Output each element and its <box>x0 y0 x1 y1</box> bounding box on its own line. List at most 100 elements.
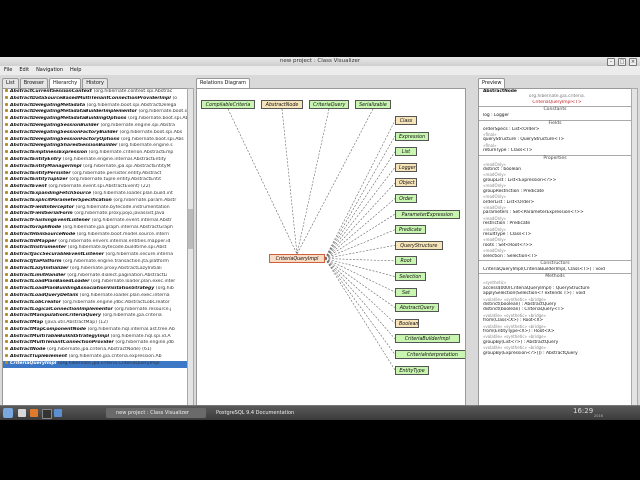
class-list-item[interactable]: AbstractLimitHandler (org.hibernate.dial… <box>3 272 187 280</box>
class-name: AbstractEntityPersister <box>10 170 73 176</box>
editor-icon[interactable] <box>54 409 62 417</box>
file-manager-icon[interactable] <box>18 409 26 417</box>
class-list-item[interactable]: AbstractDelegatingMetadata (org.hibernat… <box>3 102 187 110</box>
selected-class-node[interactable]: CriteriaQueryImpl <box>269 254 325 263</box>
class-tree[interactable]: AbstractCurrentSessionContext (org.hiber… <box>2 88 188 405</box>
class-list-scrollbar[interactable] <box>187 88 194 405</box>
class-list-item[interactable]: AbstractDelegatingSharedSessionBuilder (… <box>3 143 187 150</box>
class-list-item[interactable]: AbstractTupleElement (org.hibernate.jpa.… <box>3 354 187 361</box>
dependency-node[interactable]: Predicate <box>395 225 426 235</box>
dependency-node[interactable]: Logger <box>395 162 417 172</box>
class-list-item[interactable]: AbstractDelegatingSessionFactoryOptions … <box>3 136 187 144</box>
class-name: AbstractTupleElement <box>10 354 69 360</box>
class-list-item[interactable]: AbstractCurrentSessionContext (org.hiber… <box>3 89 187 96</box>
menu-edit[interactable]: Edit <box>19 66 29 75</box>
task-class-visualizer[interactable]: new project : Class Visualizer <box>106 408 206 418</box>
tab-browser[interactable]: Browser <box>19 78 49 88</box>
class-package: (org.hibernate.engine.spi.Abstra <box>100 122 175 128</box>
class-list-item[interactable]: AbstractEntityManagerImpl (org.hibernate… <box>3 163 187 171</box>
class-list-item[interactable]: AbstractDelegatingSessionBuilder (org.hi… <box>3 122 187 130</box>
tab-relations-diagram[interactable]: Relations Diagram <box>196 78 251 88</box>
tab-preview[interactable]: Preview <box>478 78 506 88</box>
class-list-item[interactable]: AbstractLazyInitializer (org.hibernate.p… <box>3 265 187 273</box>
dependency-node[interactable]: Object <box>395 178 417 188</box>
menu-file[interactable]: File <box>4 66 12 75</box>
class-list-item[interactable]: AbstractLoadQueryDetails (org.hibernate.… <box>3 292 187 300</box>
menu-navigation[interactable]: Navigation <box>36 66 63 75</box>
top-node[interactable]: AbstractNode <box>261 100 303 109</box>
class-list-item[interactable]: AbstractEntityTuplizer (org.hibernate.tu… <box>3 177 187 184</box>
dependency-node[interactable]: CriteriaInterpretation <box>395 350 465 359</box>
class-name: AbstractExpandingFetchSource <box>10 190 93 196</box>
class-list-item[interactable]: AbstractEmptinessExpression (org.hiberna… <box>3 150 187 157</box>
class-icon <box>5 306 8 310</box>
class-list-item[interactable]: AbstractJtaPlatform (org.hibernate.engin… <box>3 258 187 266</box>
class-list-item[interactable]: AbstractMultiTenantConnectionProvider (o… <box>3 340 187 347</box>
tab-hierarchy[interactable]: Hierarchy <box>49 78 82 88</box>
class-list-item[interactable]: AbstractLoadPlanBasedLoader (org.hiberna… <box>3 279 187 286</box>
dependency-node[interactable]: QueryStructure <box>395 240 443 250</box>
class-list-item[interactable]: AbstractInstrumenter (org.hibernate.byte… <box>3 245 187 252</box>
scroll-thumb[interactable] <box>188 209 193 249</box>
class-list-item[interactable]: AbstractLogicalConnectionImplementor (or… <box>3 306 187 314</box>
class-list-item[interactable]: AbstractMapComponentNode (org.hibernate.… <box>3 326 187 334</box>
class-icon <box>5 231 8 235</box>
close-icon[interactable]: × <box>629 58 637 66</box>
preview-member: selection : Selection<T> <box>483 253 538 259</box>
window-titlebar[interactable]: new project : Class Visualizer – □ × <box>0 57 640 66</box>
class-package: (org.hibernate.loader.plan.exec.inter <box>91 279 176 285</box>
dependency-node[interactable]: Boolean <box>395 318 419 328</box>
class-list-item[interactable]: AbstractIdMapper (org.hibernate.envers.i… <box>3 238 187 246</box>
dependency-node[interactable]: Class <box>395 116 417 125</box>
class-list-item[interactable]: AbstractMultiTableBulkIdStrategyImpl (or… <box>3 333 187 341</box>
dependency-node[interactable]: EntityType <box>395 365 429 375</box>
top-node[interactable]: CompilableCriteria <box>201 100 255 109</box>
class-list-item[interactable]: AbstractEntityEntry (org.hibernate.engin… <box>3 156 187 164</box>
class-list-item[interactable]: AbstractHbmSourceNode (org.hibernate.boo… <box>3 231 187 239</box>
class-list-item[interactable]: AbstractGraphNode (org.hibernate.jpa.gra… <box>3 224 187 232</box>
dependency-node[interactable]: ParameterExpression <box>395 209 460 219</box>
class-list-item[interactable]: AbstractLobCreator (org.hibernate.engine… <box>3 299 187 307</box>
class-list-item[interactable]: AbstractNode (org.hibernate.jpa.criteria… <box>3 347 187 354</box>
menu-help[interactable]: Help <box>70 66 81 75</box>
top-node[interactable]: Serializable <box>355 100 391 109</box>
class-list-item[interactable]: AbstractFieldSerialForm (org.hibernate.p… <box>3 211 187 218</box>
class-list-item[interactable]: AbstractFlushingEventListener (org.hiber… <box>3 218 187 225</box>
class-list-item[interactable]: AbstractLoadPlanBuildingAssociationVisit… <box>3 286 187 293</box>
maximize-icon[interactable]: □ <box>618 58 626 66</box>
class-list-item[interactable]: AbstractManipulationCriteriaQuery (org.h… <box>3 313 187 320</box>
dependency-node[interactable]: AbstractQuery <box>395 303 440 313</box>
class-list-item[interactable]: AbstractDataSourceBasedMultiTenantConnec… <box>3 95 187 103</box>
class-list-item[interactable]: AbstractMap (java.util.AbstractMap) (12) <box>3 320 187 327</box>
class-list-item[interactable]: AbstractJaccSecurableEventListener (org.… <box>3 252 187 259</box>
class-name: AbstractEntityEntry <box>10 156 63 162</box>
class-list-item[interactable]: AbstractExpandingFetchSource (org.hibern… <box>3 190 187 198</box>
dependency-node[interactable]: Root <box>395 256 417 266</box>
class-list-item[interactable]: AbstractEntityPersister (org.hibernate.p… <box>3 170 187 178</box>
dependency-node[interactable]: CriteriaBuilderImpl <box>395 334 460 344</box>
minimize-icon[interactable]: – <box>607 58 615 66</box>
dependency-node[interactable]: List <box>395 147 417 157</box>
class-name: AbstractEntityTuplizer <box>10 177 70 183</box>
tab-history[interactable]: History <box>82 78 108 88</box>
class-package: (java.util.AbstractMap) (12) <box>44 320 108 326</box>
terminal-icon[interactable] <box>42 409 52 419</box>
dependency-node[interactable]: Set <box>395 287 417 297</box>
class-list-item[interactable]: CriteriaQueryImpl (org.hibernate.jpa.cri… <box>3 360 187 368</box>
tab-list[interactable]: List <box>2 78 19 88</box>
class-list-item[interactable]: AbstractEvent (org.hibernate.event.spi.A… <box>3 184 187 191</box>
class-list-item[interactable]: AbstractFieldInterceptor (org.hibernate.… <box>3 204 187 212</box>
browser-icon[interactable] <box>30 409 38 417</box>
start-menu-icon[interactable] <box>3 408 13 418</box>
top-node[interactable]: CriteriaQuery <box>309 100 349 109</box>
dependency-node[interactable]: Selection <box>395 272 426 281</box>
dependency-node[interactable]: Order <box>395 194 417 203</box>
task-postgresql-docs[interactable]: PostgreSQL 9.4 Documentation <box>206 408 316 418</box>
class-list-item[interactable]: AbstractExplicitParameterSpecification (… <box>3 197 187 205</box>
relations-diagram[interactable]: CompilableCriteria AbstractNode CriteriaQu… <box>196 88 466 405</box>
class-list-item[interactable]: AbstractDelegatingMetadataBuilderImpleme… <box>3 109 187 116</box>
dependency-node[interactable]: Expression <box>395 131 429 141</box>
class-list-item[interactable]: AbstractDelegatingMetadataBuildingOption… <box>3 116 187 123</box>
class-list-item[interactable]: AbstractDelegatingSessionFactoryBuilder … <box>3 129 187 137</box>
preview-scrollbar[interactable] <box>631 88 638 405</box>
